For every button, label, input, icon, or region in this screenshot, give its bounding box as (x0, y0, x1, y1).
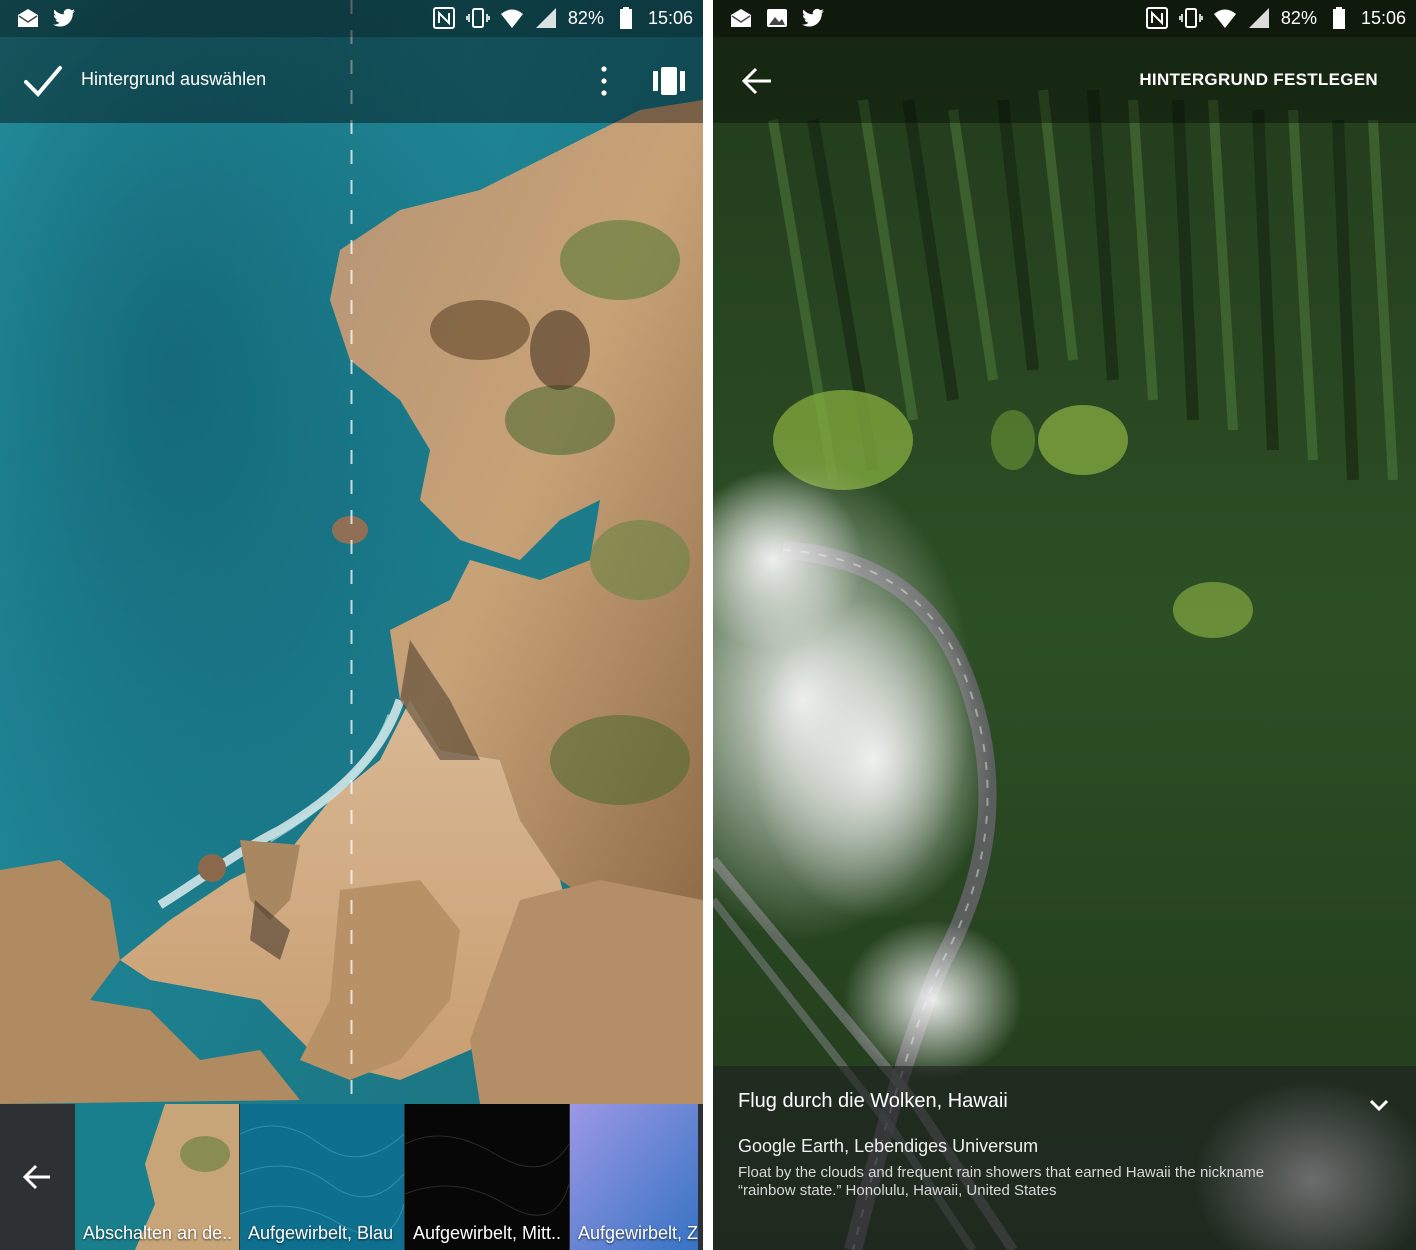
twitter-icon (53, 8, 75, 27)
wallpaper-collection: Google Earth, Lebendiges Universum (738, 1136, 1039, 1156)
status-bar: 82% 15:06 (0, 0, 703, 37)
wallpaper-thumb-coast[interactable]: Abschalten an de.. (75, 1104, 239, 1250)
nfc-icon (432, 7, 455, 29)
clock: 15:06 (647, 8, 693, 28)
clock: 15:06 (1360, 8, 1406, 28)
thumb-label: Abschalten an de.. (83, 1223, 233, 1243)
vibrate-icon (466, 8, 490, 28)
more-vert-icon[interactable] (590, 61, 618, 101)
status-bar: 82% 15:06 (713, 0, 1416, 37)
arrow-left-icon (22, 1164, 50, 1190)
twitter-icon (802, 8, 824, 27)
signal-icon (1248, 8, 1269, 28)
wifi-icon (500, 9, 523, 28)
battery-icon (619, 7, 632, 29)
vibrate-icon (1179, 8, 1203, 28)
arrow-left-icon[interactable] (739, 63, 775, 99)
wallpaper-detail-screen: 82% 15:06 HINTERGRUND FESTLEGEN Flug dur… (713, 0, 1416, 1250)
wallpaper-preview-hawaii (713, 0, 1416, 1250)
chevron-down-icon[interactable] (1366, 1092, 1392, 1118)
battery-percent: 82% (1280, 8, 1317, 28)
wallpaper-description: Float by the clouds and frequent rain sh… (738, 1164, 1338, 1200)
wallpaper-thumb-swirl[interactable]: Aufgewirbelt, Z (570, 1104, 698, 1250)
thumb-label: Aufgewirbelt, Mitt.. (413, 1223, 562, 1243)
thumb-label: Aufgewirbelt, Z (578, 1223, 698, 1243)
wallpaper-thumb-blue[interactable]: Aufgewirbelt, Blau (240, 1104, 404, 1250)
picker-toolbar: Hintergrund auswählen (0, 37, 703, 123)
strip-back-button[interactable] (0, 1104, 74, 1250)
mail-icon (18, 9, 38, 27)
wifi-icon (1213, 9, 1236, 28)
page-title: Hintergrund auswählen (81, 69, 267, 89)
battery-icon (1332, 7, 1345, 29)
signal-icon (535, 8, 556, 28)
image-icon (767, 9, 787, 27)
battery-percent: 82% (567, 8, 604, 28)
mail-icon (731, 9, 751, 27)
wallpaper-info-panel: Flug durch die Wolken, Hawaii Google Ear… (713, 1066, 1416, 1250)
wallpaper-title: Flug durch die Wolken, Hawaii (738, 1090, 1008, 1112)
thumb-label: Aufgewirbelt, Blau (248, 1223, 394, 1243)
wallpaper-thumb-midnight[interactable]: Aufgewirbelt, Mitt.. (405, 1104, 569, 1250)
wallpaper-thumbnail-strip: Abschalten an de.. Aufgewirbelt, Blau Au… (0, 1104, 703, 1250)
detail-toolbar: HINTERGRUND FESTLEGEN (713, 37, 1416, 123)
nfc-icon (1145, 7, 1168, 29)
set-wallpaper-button[interactable]: HINTERGRUND FESTLEGEN (1139, 70, 1378, 90)
description-line: Float by the clouds and frequent rain sh… (738, 1164, 1265, 1181)
description-line: “rainbow state.” Honolulu, Hawaii, Unite… (738, 1182, 1057, 1199)
scroll-region-divider (350, 0, 353, 1104)
scroll-preview-icon[interactable] (648, 61, 690, 101)
check-icon[interactable] (22, 61, 64, 101)
wallpaper-picker-screen: 82% 15:06 Hintergrund auswählen Abschalt… (0, 0, 703, 1250)
